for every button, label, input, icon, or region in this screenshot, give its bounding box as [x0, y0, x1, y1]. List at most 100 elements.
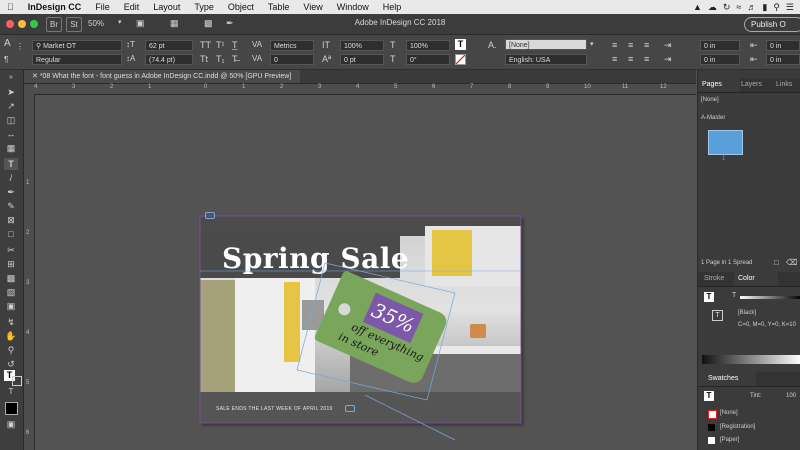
minimize-window-button[interactable]	[18, 20, 26, 28]
tab-pages[interactable]: Pages	[698, 78, 740, 92]
collapse-panel-icon[interactable]: »	[4, 72, 18, 84]
scissors-tool-icon[interactable]: ✂	[4, 244, 18, 256]
type-tool-icon[interactable]: T	[4, 158, 18, 170]
note-tool-icon[interactable]: ▣	[4, 300, 18, 312]
vertical-ruler[interactable]: 1 2 3 4 5 6	[24, 94, 35, 450]
close-icon[interactable]: ✕	[32, 73, 40, 80]
battery-icon[interactable]: ▮	[762, 2, 767, 13]
justify-icon[interactable]: ≡	[612, 54, 617, 64]
bridge-button[interactable]: Br	[46, 17, 62, 32]
baseline-shift-field[interactable]: 0 pt	[340, 54, 384, 65]
hand-tool-icon[interactable]: ✋	[4, 330, 18, 342]
superscript-icon[interactable]: T¹	[216, 40, 225, 50]
align-right-icon[interactable]: ≡	[644, 40, 649, 50]
trash-icon[interactable]: ⌫	[786, 258, 797, 267]
screen-mode-icon[interactable]: ▣	[4, 418, 18, 430]
kerning-field[interactable]: Metrics	[270, 40, 314, 51]
swatch-none[interactable]: [None]	[720, 410, 738, 416]
leading-field[interactable]: (74.4 pt)	[145, 54, 193, 65]
arrange-documents-icon[interactable]: ▩	[204, 18, 213, 28]
menu-file[interactable]: File	[88, 0, 117, 14]
subscript-icon[interactable]: T₁	[216, 54, 225, 64]
last-line-indent-field[interactable]: 0 in	[766, 54, 800, 65]
eyedropper-tool-icon[interactable]: ↯	[4, 316, 18, 328]
pencil-tool-icon[interactable]: ✎	[4, 200, 18, 212]
paragraph-formatting-icon[interactable]: ¶	[4, 55, 8, 65]
justify-all-icon[interactable]: ≡	[644, 54, 649, 64]
rectangle-tool-icon[interactable]: □	[4, 228, 18, 240]
font-style-field[interactable]: Regular	[32, 54, 122, 65]
swatch-registration[interactable]: [Registration]	[720, 424, 755, 430]
tab-swatches[interactable]: Swatches	[698, 372, 756, 386]
cloud-icon[interactable]: ☁	[708, 2, 717, 13]
stroke-icon[interactable]	[12, 376, 22, 386]
a-master[interactable]: A-Master	[701, 115, 725, 121]
vertical-scale-field[interactable]: 100%	[340, 40, 384, 51]
apply-color-icon[interactable]	[5, 402, 18, 415]
small-caps-icon[interactable]: Tt	[200, 54, 208, 64]
tracking-field[interactable]: 0	[270, 54, 314, 65]
menu-help[interactable]: Help	[376, 0, 409, 14]
default-fill-stroke-icon[interactable]: ↺	[4, 358, 18, 370]
frame-handle-icon[interactable]	[345, 405, 355, 412]
tint-value[interactable]: 100	[786, 393, 796, 399]
view-options-icon[interactable]: ▣	[136, 18, 145, 28]
right-indent-field[interactable]: 0 in	[766, 40, 800, 51]
app-menu[interactable]: InDesign CC	[21, 0, 89, 14]
all-caps-icon[interactable]: TT	[200, 40, 211, 50]
zoom-tool-icon[interactable]: ⚲	[4, 344, 18, 356]
menu-type[interactable]: Type	[187, 0, 221, 14]
formatting-affects-text-icon[interactable]: T	[4, 386, 18, 398]
selection-tool-icon[interactable]: ➤	[4, 86, 18, 98]
menu-layout[interactable]: Layout	[146, 0, 187, 14]
swatch-paper[interactable]: [Paper]	[720, 437, 739, 443]
free-transform-tool-icon[interactable]: ⊞	[4, 258, 18, 270]
skew-field[interactable]: 0°	[406, 54, 450, 65]
align-center-icon[interactable]: ≡	[628, 40, 633, 50]
left-indent-field[interactable]: 0 in	[700, 40, 740, 51]
gradient-feather-tool-icon[interactable]: ▧	[4, 286, 18, 298]
pen-tool-icon[interactable]: ✒	[4, 186, 18, 198]
screen-mode-icon[interactable]: ▦	[170, 18, 179, 28]
color-ramp[interactable]	[702, 355, 800, 364]
close-window-button[interactable]	[6, 20, 14, 28]
page-thumbnail[interactable]	[708, 130, 743, 155]
zoom-window-button[interactable]	[30, 20, 38, 28]
menu-view[interactable]: View	[296, 0, 329, 14]
horizontal-scale-field[interactable]: 100%	[406, 40, 450, 51]
chevron-down-icon[interactable]: ▾	[118, 18, 122, 28]
dropbox-icon[interactable]: ▲	[693, 2, 702, 12]
font-size-field[interactable]: 62 pt	[145, 40, 193, 51]
tab-color[interactable]: Color	[734, 272, 778, 286]
none-master[interactable]: [None]	[701, 97, 719, 103]
frame-handle-icon[interactable]	[205, 212, 215, 219]
apple-icon[interactable]: 	[0, 0, 21, 14]
tab-layers[interactable]: Layers	[741, 78, 762, 92]
sync-icon[interactable]: ↻	[723, 2, 731, 13]
font-family-field[interactable]: ⚲ Market OT	[32, 40, 122, 51]
spotlight-icon[interactable]: ⚲	[773, 2, 780, 13]
language-field[interactable]: English: USA	[505, 54, 587, 65]
menu-list-icon[interactable]: ☰	[786, 2, 794, 13]
menu-object[interactable]: Object	[221, 0, 261, 14]
stroke-swatch-icon[interactable]	[455, 54, 466, 65]
wifi-icon[interactable]: ≈	[736, 2, 741, 12]
chevron-down-icon[interactable]: ▾	[590, 40, 594, 50]
fill-swatch-icon[interactable]: T	[455, 39, 466, 50]
gap-tool-icon[interactable]: ↔	[4, 128, 18, 140]
tint-slider[interactable]	[740, 296, 800, 299]
document-tab[interactable]: ✕ *08 What the font - font guess in Adob…	[24, 70, 300, 83]
strikethrough-icon[interactable]: T̶	[232, 54, 238, 64]
text-icon[interactable]: T	[712, 310, 723, 321]
tab-links[interactable]: Links	[776, 78, 792, 92]
page-tool-icon[interactable]: ◫	[4, 114, 18, 126]
fill-icon[interactable]: T	[704, 391, 714, 401]
character-style-field[interactable]: [None]	[505, 39, 587, 50]
fill-icon[interactable]: T	[704, 292, 714, 302]
character-formatting-icon[interactable]: A	[4, 39, 11, 49]
new-page-icon[interactable]: □	[774, 258, 779, 267]
gradient-swatch-tool-icon[interactable]: ▩	[4, 272, 18, 284]
zoom-level[interactable]: 50%	[88, 19, 104, 29]
first-line-indent-field[interactable]: 0 in	[700, 54, 740, 65]
pen-icon[interactable]: ✒	[226, 18, 234, 28]
